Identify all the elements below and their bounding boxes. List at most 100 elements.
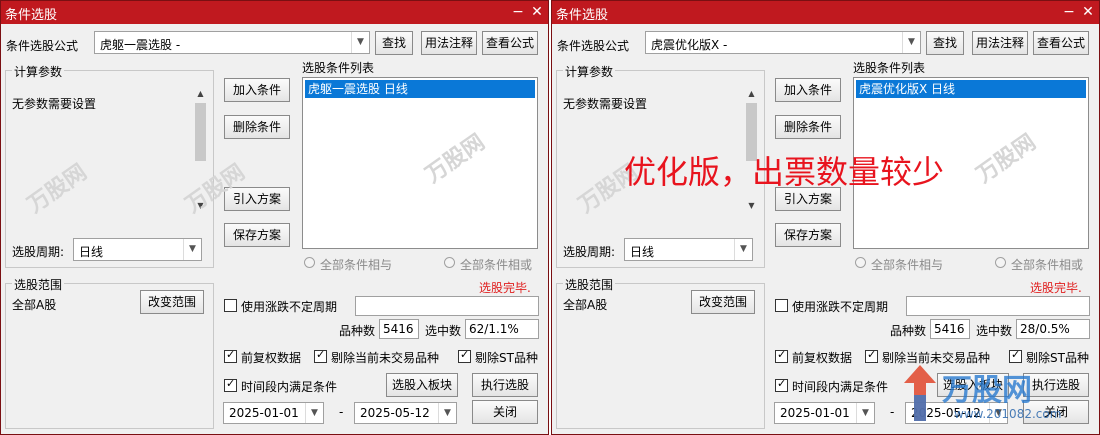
chevron-down-icon[interactable]: ▼ [438,403,456,423]
exclude-st-checkbox[interactable] [1009,348,1022,363]
date-from-value: 2025-01-01 [229,406,299,420]
radio-and[interactable] [855,257,866,268]
add-condition-button[interactable]: 加入条件 [224,78,290,102]
chevron-down-icon[interactable]: ▼ [183,239,201,260]
hit-label: 选中数 [425,324,462,338]
period-select[interactable]: 日线 ▼ [624,238,753,261]
calc-params-label: 计算参数 [563,63,616,80]
view-formula-button[interactable]: 查看公式 [482,31,538,55]
radio-or-label: 全部条件相或 [1011,258,1084,272]
search-button[interactable]: 查找 [375,31,413,55]
exclude-untraded-label: 剔除当前未交易品种 [331,351,440,365]
delete-condition-button[interactable]: 删除条件 [224,115,290,139]
window-title: 条件选股 [5,8,58,23]
condition-list[interactable]: 虎躯一震选股 日线 [302,77,538,249]
add-condition-button[interactable]: 加入条件 [775,78,841,102]
close-icon[interactable]: ✕ [528,3,546,21]
chevron-down-icon[interactable]: ▼ [734,239,752,260]
exclude-untraded-checkbox[interactable] [865,348,878,363]
right-window: 条件选股 − ✕ 条件选股公式 虎震优化版X - ▼ 查找 用法注释 查看公式 … [551,0,1100,435]
date-to-select[interactable]: 2025-05-12 ▼ [354,402,457,424]
chevron-down-icon[interactable]: ▼ [902,32,920,53]
exclude-st-checkbox[interactable] [458,348,471,363]
variable-period-input[interactable] [906,296,1090,316]
radio-and-label: 全部条件相与 [320,258,393,272]
save-scheme-button[interactable]: 保存方案 [775,223,841,247]
chevron-down-icon[interactable]: ▼ [351,32,369,53]
import-scheme-button[interactable]: 引入方案 [224,187,290,211]
range-group-label: 选股范围 [12,276,65,293]
delete-condition-button[interactable]: 删除条件 [775,115,841,139]
radio-or[interactable] [995,257,1006,268]
variable-period-input[interactable] [355,296,539,316]
formula-value: 虎震优化版X - [651,38,728,52]
period-select[interactable]: 日线 ▼ [73,238,202,261]
variable-period-checkbox[interactable] [775,299,788,312]
period-value: 日线 [79,245,104,259]
radio-or[interactable] [444,257,455,268]
condition-list-label: 选股条件列表 [853,61,926,75]
left-titlebar[interactable]: 条件选股 − ✕ [1,1,548,24]
date-from-select[interactable]: 2025-01-01 ▼ [223,402,324,424]
condition-list-item[interactable]: 虎震优化版X 日线 [856,80,1086,98]
to-block-button[interactable]: 选股入板块 [386,373,458,397]
period-satisfy-label: 时间段内满足条件 [792,380,889,394]
variable-period-label: 使用涨跌不定周期 [241,300,338,314]
scroll-down-icon[interactable]: ▼ [744,199,759,213]
period-satisfy-checkbox[interactable] [775,377,788,392]
minimize-icon[interactable]: − [1060,3,1078,21]
exclude-st-label: 剔除ST品种 [475,351,538,365]
close-button[interactable]: 关闭 [472,400,538,424]
change-range-button[interactable]: 改变范围 [691,290,755,314]
range-value: 全部A股 [12,298,57,312]
count-value: 5416 [930,319,970,339]
no-params-text: 无参数需要设置 [12,97,97,111]
period-label: 选股周期: [563,245,616,259]
formula-label: 条件选股公式 [6,39,79,53]
scroll-down-icon[interactable]: ▼ [193,199,208,213]
variable-period-label: 使用涨跌不定周期 [792,300,889,314]
date-from-select[interactable]: 2025-01-01 ▼ [774,402,875,424]
usage-button[interactable]: 用法注释 [972,31,1028,55]
formula-select[interactable]: 虎躯一震选股 - ▼ [94,31,370,54]
date-dash: - [890,405,895,419]
adjusted-data-checkbox[interactable] [224,348,237,363]
search-button[interactable]: 查找 [926,31,964,55]
radio-or-label: 全部条件相或 [460,258,533,272]
brand-url: www.201082.com [954,407,1062,421]
view-formula-button[interactable]: 查看公式 [1033,31,1089,55]
minimize-icon[interactable]: − [509,3,527,21]
period-value: 日线 [630,245,655,259]
arrow-logo-icon [904,365,936,421]
variable-period-checkbox[interactable] [224,299,237,312]
formula-select[interactable]: 虎震优化版X - ▼ [645,31,921,54]
formula-value: 虎躯一震选股 - [100,38,181,52]
execute-button[interactable]: 执行选股 [472,373,538,397]
scroll-up-icon[interactable]: ▲ [193,87,208,101]
count-label: 品种数 [890,324,927,338]
chevron-down-icon[interactable]: ▼ [305,403,323,423]
close-icon[interactable]: ✕ [1079,3,1097,21]
no-params-text: 无参数需要设置 [563,97,648,111]
window-title: 条件选股 [556,8,609,23]
count-label: 品种数 [339,324,376,338]
condition-list-item[interactable]: 虎躯一震选股 日线 [305,80,535,98]
scroll-up-icon[interactable]: ▲ [744,87,759,101]
period-satisfy-checkbox[interactable] [224,377,237,392]
exclude-untraded-checkbox[interactable] [314,348,327,363]
hit-value: 28/0.5% [1016,319,1090,339]
date-dash: - [339,405,344,419]
params-scrollbar[interactable]: ▲ ▼ [193,87,208,215]
date-from-value: 2025-01-01 [780,406,850,420]
adjusted-data-checkbox[interactable] [775,348,788,363]
hit-value: 62/1.1% [465,319,539,339]
period-satisfy-label: 时间段内满足条件 [241,380,338,394]
chevron-down-icon[interactable]: ▼ [856,403,874,423]
radio-and[interactable] [304,257,315,268]
save-scheme-button[interactable]: 保存方案 [224,223,290,247]
date-to-value: 2025-05-12 [360,406,430,420]
usage-button[interactable]: 用法注释 [421,31,477,55]
right-titlebar[interactable]: 条件选股 − ✕ [552,1,1099,24]
change-range-button[interactable]: 改变范围 [140,290,204,314]
scroll-thumb[interactable] [195,103,206,161]
